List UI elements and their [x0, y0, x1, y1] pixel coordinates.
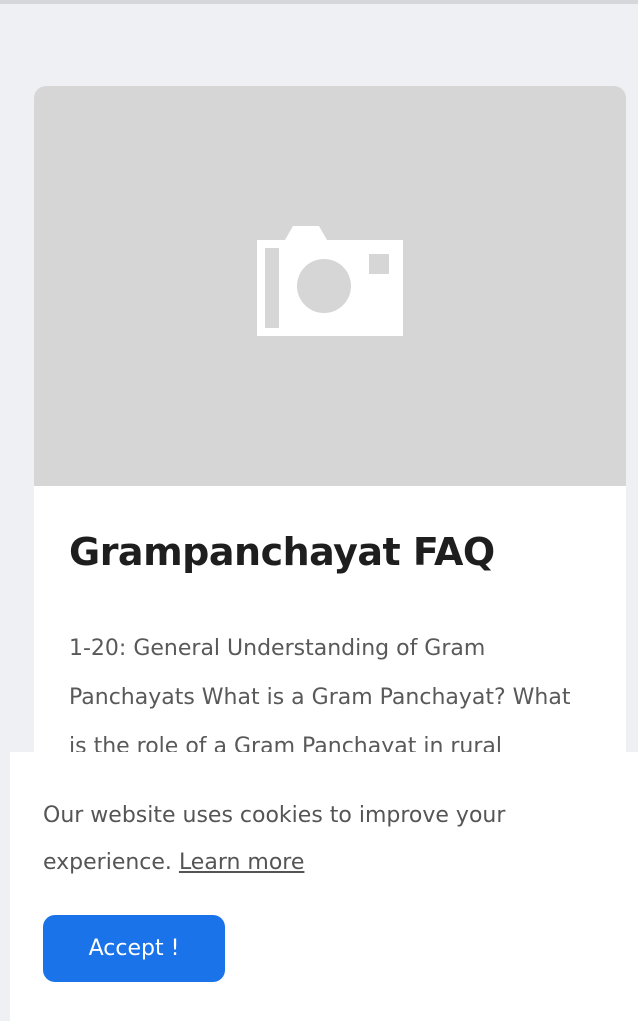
cookie-message: Our website uses cookies to improve your…	[43, 792, 603, 886]
cookie-consent-banner: Our website uses cookies to improve your…	[10, 752, 638, 1021]
faq-card[interactable]: Grampanchayat FAQ 1-20: General Understa…	[34, 86, 626, 786]
card-title[interactable]: Grampanchayat FAQ	[69, 530, 495, 574]
learn-more-link[interactable]: Learn more	[179, 850, 304, 875]
card-image-placeholder	[34, 86, 626, 486]
accept-cookies-button[interactable]: Accept !	[43, 915, 225, 982]
top-divider	[0, 0, 638, 4]
camera-icon	[257, 226, 403, 336]
